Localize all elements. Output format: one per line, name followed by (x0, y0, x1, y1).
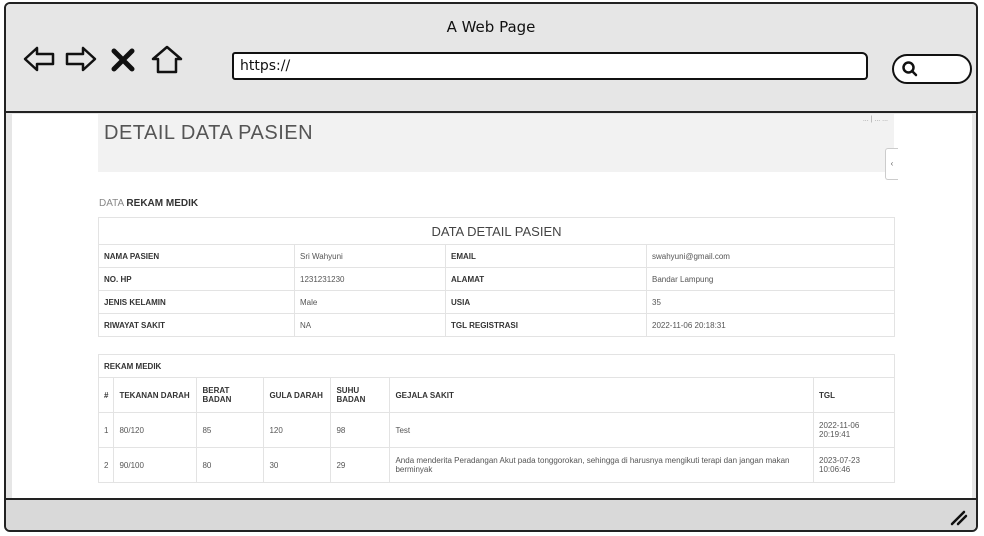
detail-label: TGL REGISTRASI (445, 313, 647, 337)
cell-tekanan-darah: 90/100 (113, 447, 198, 483)
detail-label: USIA (445, 290, 647, 314)
cell-tgl: 2022-11-06 20:19:41 (813, 412, 895, 448)
column-header: BERAT BADAN (196, 377, 265, 413)
cell-tekanan-darah: 80/120 (113, 412, 198, 448)
url-bar[interactable]: https:// (232, 52, 868, 80)
cell-suhu-badan: 98 (330, 412, 391, 448)
close-icon[interactable] (110, 44, 136, 74)
detail-value: NA (294, 313, 446, 337)
table-row: JENIS KELAMIN Male USIA 35 (98, 290, 895, 314)
cell-berat-badan: 80 (196, 447, 265, 483)
detail-label: NAMA PASIEN (98, 244, 295, 268)
cell-suhu-badan: 29 (330, 447, 391, 483)
detail-value: Male (294, 290, 446, 314)
medical-record-table: REKAM MEDIK # TEKANAN DARAH BERAT BADAN … (97, 354, 895, 483)
cell-gejala-sakit: Anda menderita Peradangan Akut pada tong… (389, 447, 814, 483)
page-header: DETAIL DATA PASIEN ... | ... ... (98, 114, 894, 172)
column-header: TGL (813, 377, 895, 413)
cell-gejala-sakit: Test (389, 412, 814, 448)
row-number: 2 (97, 447, 115, 483)
detail-label: EMAIL (445, 244, 647, 268)
rekam-table-caption: REKAM MEDIK (98, 354, 895, 378)
detail-label: NO. HP (98, 267, 295, 291)
table-row: 2 90/100 80 30 29 Anda menderita Peradan… (97, 447, 895, 483)
window-title: A Web Page (446, 18, 536, 36)
browser-search-field[interactable] (892, 54, 972, 84)
detail-value: Bandar Lampung (646, 267, 895, 291)
column-header: TEKANAN DARAH (113, 377, 198, 413)
cell-gula-darah: 30 (263, 447, 332, 483)
detail-label: JENIS KELAMIN (98, 290, 295, 314)
detail-label: ALAMAT (445, 267, 647, 291)
status-bar (6, 498, 976, 530)
section-subtitle: DATA REKAM MEDIK (99, 198, 198, 209)
table-row: NAMA PASIEN Sri Wahyuni EMAIL swahyuni@g… (98, 244, 895, 268)
table-row: RIWAYAT SAKIT NA TGL REGISTRASI 2022-11-… (98, 313, 895, 337)
subtitle-bold: REKAM MEDIK (126, 198, 199, 209)
browser-toolbar: A Web Page https:// (6, 4, 976, 113)
cell-berat-badan: 85 (196, 412, 265, 448)
column-header: SUHU BADAN (330, 377, 391, 413)
detail-value: Sri Wahyuni (294, 244, 446, 268)
home-icon[interactable] (150, 44, 184, 74)
detail-label: RIWAYAT SAKIT (98, 313, 295, 337)
column-header: GULA DARAH (263, 377, 332, 413)
breadcrumb[interactable]: ... | ... ... (863, 116, 888, 123)
subtitle-prefix: DATA (99, 198, 124, 209)
detail-table-caption: DATA DETAIL PASIEN (98, 217, 895, 245)
browser-window: A Web Page https:// DETAIL DATA PASIEN .… (4, 2, 978, 532)
column-header: GEJALA SAKIT (389, 377, 814, 413)
page-title: DETAIL DATA PASIEN (104, 122, 314, 144)
detail-value: 35 (646, 290, 895, 314)
search-icon (902, 61, 918, 77)
table-row: 1 80/120 85 120 98 Test 2022-11-06 20:19… (97, 412, 895, 448)
detail-value: 1231231230 (294, 267, 446, 291)
arrow-left-icon[interactable] (22, 44, 56, 74)
cell-tgl: 2023-07-23 10:06:46 (813, 447, 895, 483)
arrow-right-icon[interactable] (64, 44, 98, 74)
column-header: # (97, 377, 115, 413)
table-header-row: # TEKANAN DARAH BERAT BADAN GULA DARAH S… (97, 377, 895, 413)
resize-grip-icon[interactable] (948, 506, 968, 526)
url-text: https:// (240, 58, 291, 74)
detail-value: 2022-11-06 20:18:31 (646, 313, 895, 337)
row-number: 1 (97, 412, 115, 448)
patient-detail-table: DATA DETAIL PASIEN NAMA PASIEN Sri Wahyu… (98, 217, 895, 337)
detail-value: swahyuni@gmail.com (646, 244, 895, 268)
cell-gula-darah: 120 (263, 412, 332, 448)
page-viewport: DETAIL DATA PASIEN ... | ... ... ‹ DATA … (12, 114, 972, 500)
table-row: NO. HP 1231231230 ALAMAT Bandar Lampung (98, 267, 895, 291)
sidebar-toggle-button[interactable]: ‹ (885, 148, 898, 180)
